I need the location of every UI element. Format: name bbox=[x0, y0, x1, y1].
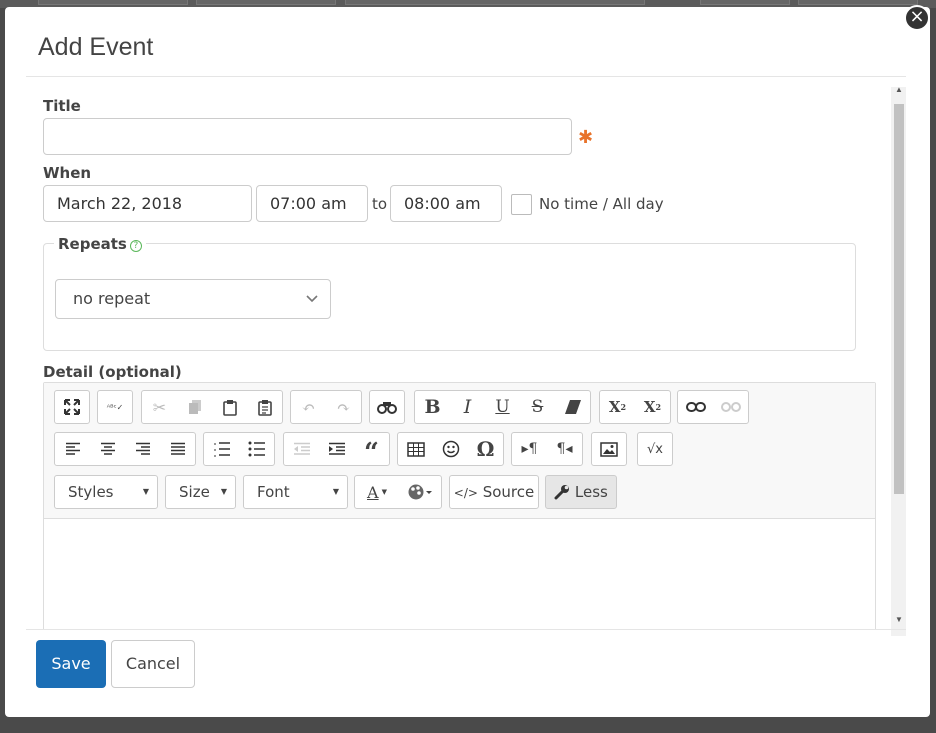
copy-icon[interactable] bbox=[177, 391, 212, 423]
outdent-icon[interactable] bbox=[284, 433, 319, 465]
size-dropdown[interactable]: Size ▼ bbox=[165, 475, 236, 509]
toolbar-group-lists bbox=[203, 432, 275, 466]
start-time-input[interactable]: 07:00 am bbox=[256, 185, 368, 222]
code-icon: </> bbox=[453, 486, 478, 500]
underline-icon[interactable]: U bbox=[485, 391, 520, 423]
image-icon[interactable] bbox=[592, 433, 626, 465]
chevron-down-icon bbox=[306, 280, 318, 318]
ltr-icon[interactable]: ▸¶ bbox=[512, 433, 547, 465]
maximize-icon[interactable] bbox=[55, 391, 89, 423]
dialog-title: Add Event bbox=[38, 33, 154, 61]
rtl-icon[interactable]: ¶◂ bbox=[547, 433, 582, 465]
align-right-icon[interactable] bbox=[125, 433, 160, 465]
superscript-icon[interactable]: X2 bbox=[600, 391, 635, 423]
caret-down-icon: ▼ bbox=[332, 487, 339, 496]
source-label: Source bbox=[482, 483, 535, 501]
toolbar-group-view bbox=[54, 390, 90, 424]
table-icon[interactable] bbox=[398, 433, 433, 465]
remove-format-icon[interactable] bbox=[555, 391, 590, 423]
toolbar-group-math: √x bbox=[637, 432, 673, 466]
repeats-legend: Repeats? bbox=[54, 235, 146, 253]
less-button[interactable]: Less bbox=[545, 475, 617, 509]
size-label: Size bbox=[179, 483, 210, 501]
toolbar-group-basicstyles: B I U S bbox=[414, 390, 591, 424]
add-event-dialog: Add Event Title ✱ When March 22, 2018 07… bbox=[5, 7, 930, 717]
bold-icon[interactable]: B bbox=[415, 391, 450, 423]
smiley-icon[interactable] bbox=[433, 433, 468, 465]
detail-label: Detail (optional) bbox=[43, 363, 182, 381]
cancel-button[interactable]: Cancel bbox=[111, 640, 195, 688]
less-label: Less bbox=[574, 483, 608, 501]
rich-text-editor: ᴬᴮᶜ✓ ✂ ↶ ↷ B I U S X 2 X 2 “ Ω ▸¶ ¶◂ √x … bbox=[43, 382, 876, 630]
paste-icon[interactable] bbox=[212, 391, 247, 423]
strikethrough-icon[interactable]: S bbox=[520, 391, 555, 423]
toolbar-group-colors: A ▼ bbox=[354, 475, 442, 509]
align-center-icon[interactable] bbox=[90, 433, 125, 465]
toolbar-group-image bbox=[591, 432, 627, 466]
header-divider bbox=[26, 76, 906, 77]
text-color-icon[interactable]: A ▼ bbox=[355, 476, 399, 508]
scroll-down-icon[interactable]: ▼ bbox=[895, 615, 903, 624]
math-icon[interactable]: √x bbox=[638, 433, 672, 465]
font-label: Font bbox=[257, 483, 290, 501]
redo-icon[interactable]: ↷ bbox=[326, 391, 361, 423]
scrollbar-thumb[interactable] bbox=[894, 104, 904, 494]
toolbar-group-spell: ᴬᴮᶜ✓ bbox=[97, 390, 133, 424]
required-marker: ✱ bbox=[578, 127, 594, 147]
indent-icon[interactable] bbox=[319, 433, 354, 465]
undo-icon[interactable]: ↶ bbox=[291, 391, 326, 423]
caret-down-icon: ▼ bbox=[142, 487, 149, 496]
save-button[interactable]: Save bbox=[36, 640, 106, 688]
find-icon[interactable] bbox=[370, 391, 404, 423]
special-char-icon[interactable]: Ω bbox=[468, 433, 503, 465]
styles-dropdown[interactable]: Styles ▼ bbox=[54, 475, 158, 509]
toolbar-group-find bbox=[369, 390, 405, 424]
toolbar-group-align bbox=[54, 432, 196, 466]
unlink-icon[interactable] bbox=[713, 391, 748, 423]
toolbar-group-clipboard: ✂ bbox=[141, 390, 283, 424]
editor-content-area[interactable] bbox=[44, 520, 875, 630]
all-day-checkbox[interactable] bbox=[511, 194, 532, 215]
scroll-up-icon[interactable]: ▲ bbox=[895, 85, 903, 94]
help-icon[interactable]: ? bbox=[129, 240, 142, 252]
toolbar-group-bidi: ▸¶ ¶◂ bbox=[511, 432, 583, 466]
subscript-icon[interactable]: X2 bbox=[635, 391, 670, 423]
date-input[interactable]: March 22, 2018 bbox=[43, 185, 252, 222]
toolbar-group-insert: Ω bbox=[397, 432, 504, 466]
toolbar-group-script: X2 X2 bbox=[599, 390, 671, 424]
dialog-body: Title ✱ When March 22, 2018 07:00 am to … bbox=[26, 80, 906, 630]
title-label: Title bbox=[43, 97, 81, 115]
title-input[interactable] bbox=[43, 118, 572, 155]
paste-text-icon[interactable] bbox=[247, 391, 282, 423]
blockquote-icon[interactable]: “ bbox=[354, 433, 389, 466]
repeats-label: Repeats bbox=[58, 235, 127, 253]
italic-icon[interactable]: I bbox=[450, 391, 485, 423]
background-color-icon[interactable] bbox=[399, 476, 441, 508]
to-text: to bbox=[372, 195, 388, 213]
repeat-select-value: no repeat bbox=[73, 289, 151, 308]
editor-toolbar: ᴬᴮᶜ✓ ✂ ↶ ↷ B I U S X 2 X 2 “ Ω ▸¶ ¶◂ √x … bbox=[44, 383, 875, 519]
link-icon[interactable] bbox=[678, 391, 713, 423]
font-dropdown[interactable]: Font ▼ bbox=[243, 475, 348, 509]
close-icon[interactable]: × bbox=[904, 5, 930, 31]
styles-label: Styles bbox=[68, 483, 114, 501]
spellcheck-icon[interactable]: ᴬᴮᶜ✓ bbox=[98, 391, 132, 423]
justify-icon[interactable] bbox=[160, 433, 195, 465]
footer-divider bbox=[26, 629, 906, 630]
caret-down-icon: ▼ bbox=[220, 487, 227, 496]
numbered-list-icon[interactable] bbox=[204, 433, 239, 465]
all-day-label: No time / All day bbox=[539, 195, 664, 213]
toolbar-group-indent: “ bbox=[283, 432, 390, 466]
align-left-icon[interactable] bbox=[55, 433, 90, 465]
wrench-icon bbox=[554, 484, 570, 500]
cut-icon[interactable]: ✂ bbox=[142, 391, 177, 423]
repeat-select[interactable]: no repeat bbox=[55, 279, 331, 319]
source-button[interactable]: </> Source bbox=[449, 475, 539, 509]
toolbar-group-history: ↶ ↷ bbox=[290, 390, 362, 424]
end-time-input[interactable]: 08:00 am bbox=[390, 185, 502, 222]
when-label: When bbox=[43, 164, 92, 182]
bulleted-list-icon[interactable] bbox=[239, 433, 274, 465]
toolbar-group-links bbox=[677, 390, 749, 424]
